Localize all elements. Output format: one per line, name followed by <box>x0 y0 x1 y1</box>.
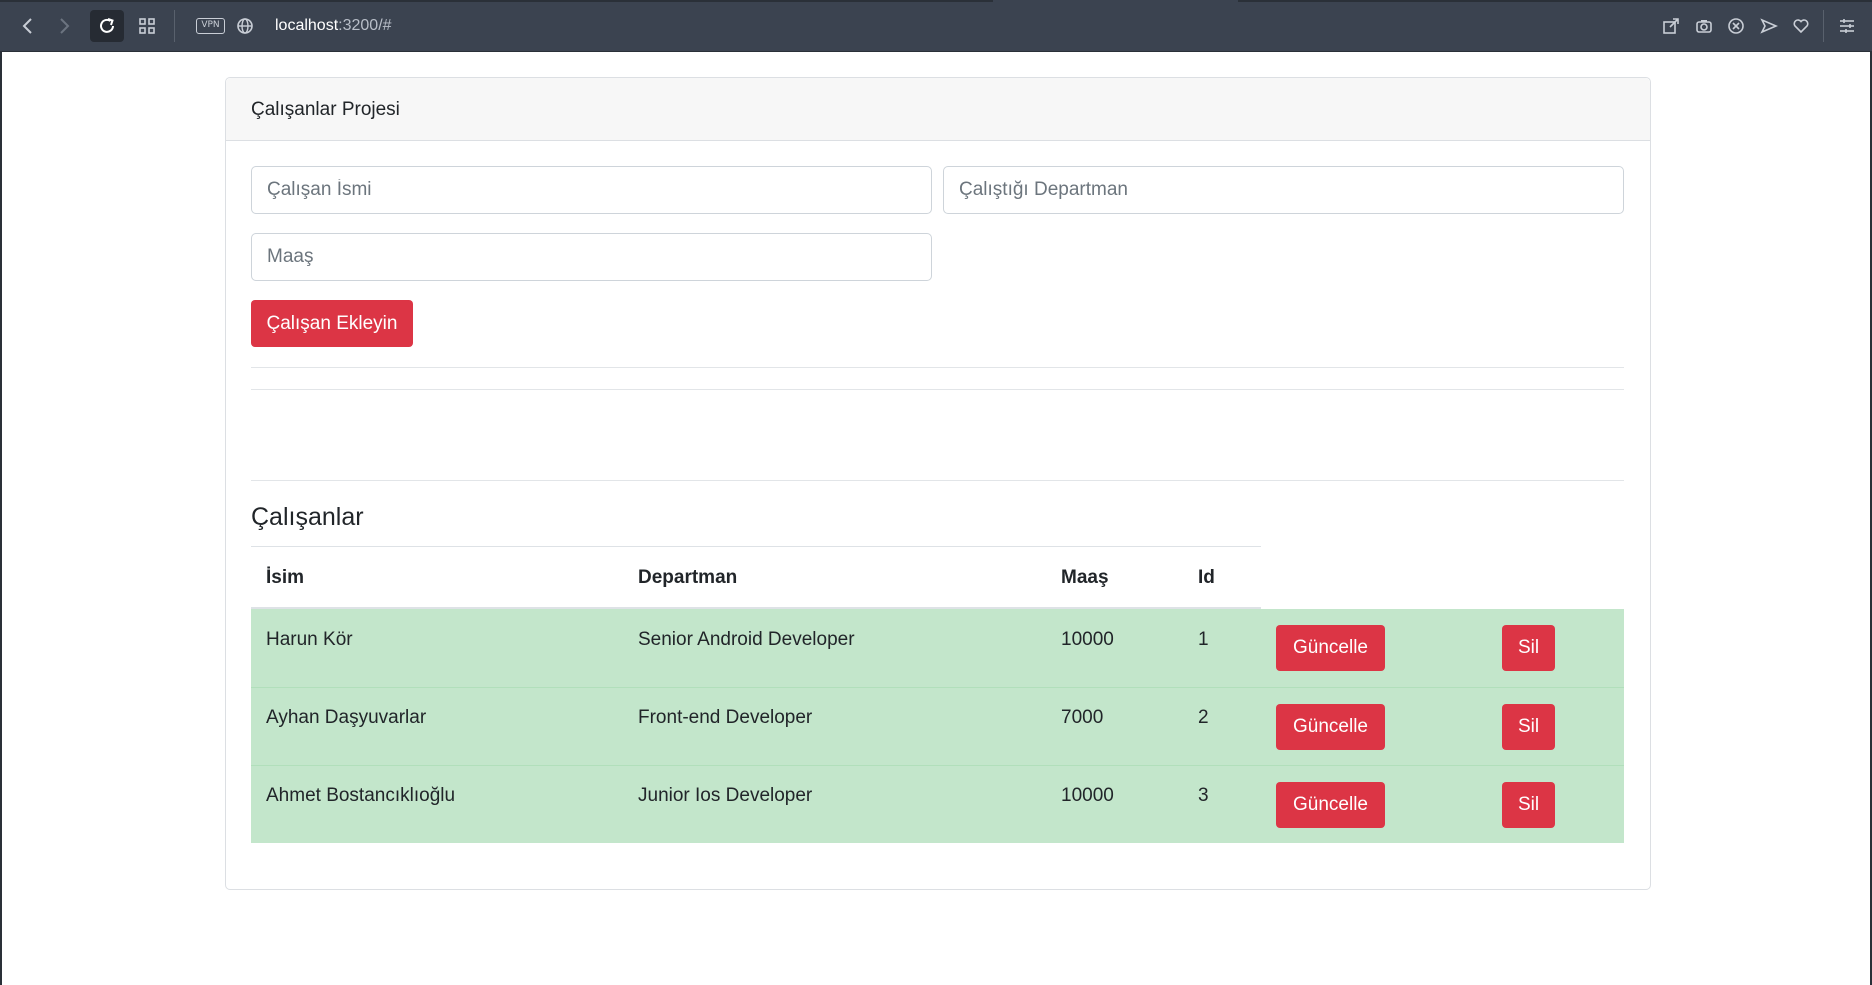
header-name: İsim <box>266 567 305 588</box>
cell-id: 2 <box>1198 707 1209 728</box>
close-circle-icon[interactable] <box>1724 14 1748 38</box>
address-bar[interactable]: localhost:3200/# <box>275 15 392 37</box>
header-salary: Maaş <box>1061 567 1109 588</box>
cell-department: Senior Android Developer <box>638 629 855 650</box>
divider <box>251 367 1624 368</box>
cell-salary: 10000 <box>1061 785 1114 806</box>
tab-strip-left <box>0 0 993 2</box>
globe-icon[interactable] <box>228 10 262 42</box>
back-icon[interactable] <box>10 10 44 42</box>
delete-button[interactable]: Sil <box>1502 782 1555 828</box>
employee-name-input[interactable] <box>251 166 932 214</box>
camera-icon[interactable] <box>1692 14 1716 38</box>
cell-name: Harun Kör <box>266 629 353 650</box>
header-department: Departman <box>638 567 738 588</box>
menu-icon[interactable] <box>1835 14 1859 38</box>
url-path: :3200/# <box>338 17 392 34</box>
toolbar-separator-right <box>1823 10 1824 42</box>
cell-department: Front-end Developer <box>638 707 813 728</box>
employees-card: Çalışanlar Projesi Çalışan Ekleyin Çalış… <box>225 77 1651 890</box>
tabs-grid-icon[interactable] <box>130 10 164 42</box>
cell-salary: 10000 <box>1061 629 1114 650</box>
update-button[interactable]: Güncelle <box>1276 704 1385 750</box>
share-icon[interactable] <box>1659 14 1683 38</box>
card-header: Çalışanlar Projesi <box>226 78 1650 141</box>
browser-toolbar: VPN localhost:3200/# <box>0 0 1872 52</box>
cell-id: 3 <box>1198 785 1209 806</box>
cell-department: Junior Ios Developer <box>638 785 813 806</box>
divider <box>251 389 1624 390</box>
department-input[interactable] <box>943 166 1624 214</box>
divider <box>251 480 1624 481</box>
table-row: Harun Kör Senior Android Developer 10000… <box>251 609 1624 687</box>
table-top-border <box>251 546 1261 547</box>
toolbar-separator <box>174 10 175 42</box>
row-divider <box>251 765 1624 766</box>
cell-salary: 7000 <box>1061 707 1104 728</box>
forward-icon[interactable] <box>48 10 82 42</box>
url-host: localhost <box>275 17 339 34</box>
row-divider <box>251 687 1624 688</box>
delete-button[interactable]: Sil <box>1502 704 1555 750</box>
tab-strip-right <box>1238 0 1872 2</box>
employees-title: Çalışanlar <box>251 503 364 531</box>
update-button[interactable]: Güncelle <box>1276 625 1385 671</box>
salary-input[interactable] <box>251 233 932 281</box>
header-id: Id <box>1198 567 1215 588</box>
update-button[interactable]: Güncelle <box>1276 782 1385 828</box>
vpn-badge[interactable]: VPN <box>196 18 225 34</box>
table-row: Ayhan Daşyuvarlar Front-end Developer 70… <box>251 687 1624 765</box>
cell-name: Ayhan Daşyuvarlar <box>266 707 427 728</box>
reload-icon[interactable] <box>90 10 124 42</box>
add-employee-button[interactable]: Çalışan Ekleyin <box>251 300 413 347</box>
send-icon[interactable] <box>1757 14 1781 38</box>
table-row: Ahmet Bostancıklıoğlu Junior Ios Develop… <box>251 765 1624 843</box>
cell-id: 1 <box>1198 629 1209 650</box>
heart-icon[interactable] <box>1789 14 1813 38</box>
delete-button[interactable]: Sil <box>1502 625 1555 671</box>
cell-name: Ahmet Bostancıklıoğlu <box>266 785 456 806</box>
window-border-left <box>0 52 2 985</box>
